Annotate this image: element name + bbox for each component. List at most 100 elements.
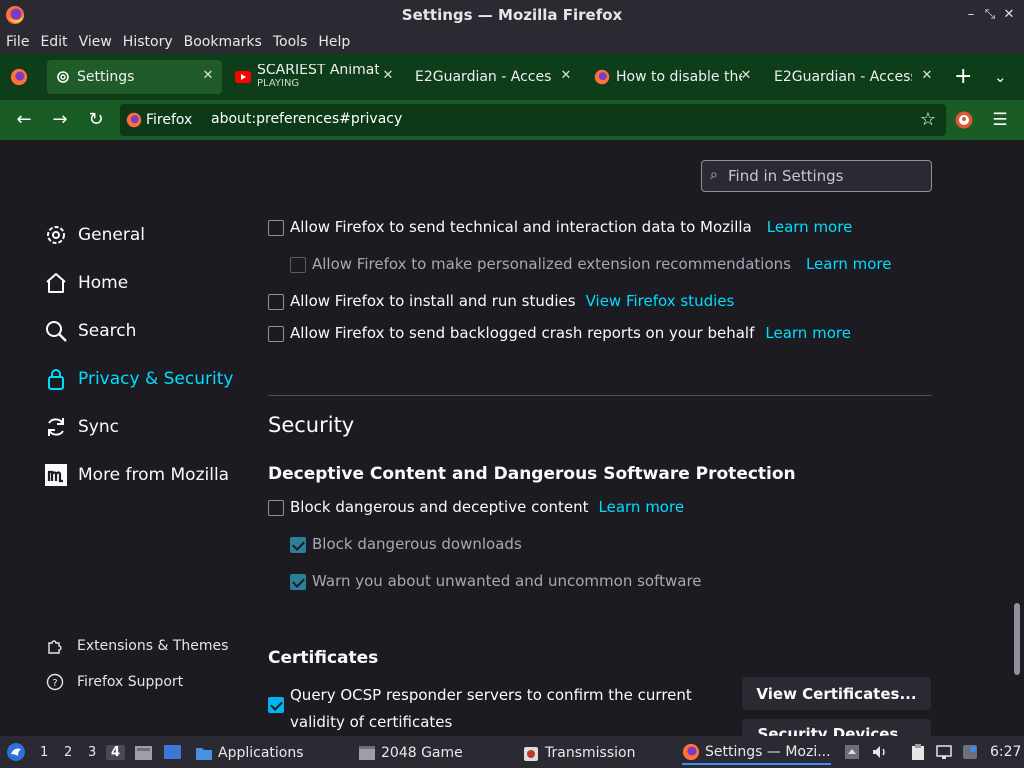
learn-more-link[interactable]: Learn more [806, 255, 892, 273]
extension-recommendations-checkbox[interactable] [290, 257, 306, 273]
task-2048[interactable]: 2048 Game [358, 741, 463, 765]
close-tab-icon[interactable]: ✕ [558, 68, 574, 84]
close-tab-icon[interactable]: ✕ [380, 68, 396, 84]
find-in-settings-input[interactable] [728, 165, 924, 187]
category-label: General [78, 225, 145, 245]
workspace-3[interactable]: 3 [88, 745, 96, 760]
technical-data-checkbox[interactable] [268, 220, 284, 236]
tab-e2guardian-2[interactable]: E2Guardian - Access D ✕ [765, 60, 941, 94]
identity-box[interactable]: Firefox [126, 108, 192, 132]
menu-edit[interactable]: Edit [40, 34, 67, 50]
search-icon [46, 321, 67, 342]
workspace-1[interactable]: 1 [40, 745, 48, 760]
url-text[interactable]: about:preferences#privacy [211, 111, 402, 127]
start-menu-icon[interactable] [6, 742, 26, 762]
warn-unwanted-checkbox[interactable] [290, 574, 306, 590]
category-privacy-security[interactable]: Privacy & Security [44, 363, 233, 395]
url-bar[interactable]: Firefox about:preferences#privacy ☆ [120, 104, 946, 136]
category-general[interactable]: General [44, 219, 145, 251]
minimize-icon[interactable]: – [962, 6, 980, 24]
close-tab-icon[interactable]: ✕ [738, 68, 754, 84]
volume-icon[interactable] [871, 743, 889, 761]
hamburger-menu-icon[interactable]: ☰ [988, 108, 1012, 132]
footer-label: Extensions & Themes [77, 638, 229, 654]
ocsp-checkbox[interactable] [268, 697, 284, 713]
block-deceptive-checkbox[interactable] [268, 500, 284, 516]
workspace-4[interactable]: 4 [106, 745, 126, 760]
option-extension-recommendations: Allow Firefox to make personalized exten… [312, 255, 892, 273]
footer-label: Firefox Support [77, 674, 184, 690]
notification-icon[interactable] [961, 743, 979, 761]
category-more-from-mozilla[interactable]: More from Mozilla [44, 459, 229, 491]
view-studies-link[interactable]: View Firefox studies [586, 292, 735, 310]
crash-reports-checkbox[interactable] [268, 326, 284, 342]
close-window-icon[interactable]: ✕ [1000, 6, 1018, 24]
menu-bookmarks[interactable]: Bookmarks [184, 34, 262, 50]
category-sync[interactable]: Sync [44, 411, 119, 443]
tab-youtube[interactable]: SCARIEST Animati PLAYING ✕ [226, 60, 402, 94]
learn-more-link[interactable]: Learn more [599, 498, 685, 516]
restore-icon[interactable]: ⤡ [981, 6, 999, 24]
option-text: Allow Firefox to install and run studies [290, 292, 576, 310]
category-label: Privacy & Security [78, 369, 234, 389]
close-tab-icon[interactable]: ✕ [200, 68, 216, 84]
upload-indicator-icon[interactable] [843, 743, 861, 761]
new-tab-icon[interactable]: + [954, 66, 972, 88]
bookmark-star-icon[interactable]: ☆ [920, 109, 936, 130]
option-block-deceptive: Block dangerous and deceptive content Lea… [290, 498, 684, 516]
task-firefox-settings[interactable]: Settings — Mozi... [682, 741, 831, 765]
studies-checkbox[interactable] [268, 294, 284, 310]
clock: 6:27 [990, 744, 1022, 760]
learn-more-link[interactable]: Learn more [765, 324, 851, 342]
duckduckgo-extension-icon[interactable] [955, 110, 973, 130]
forward-icon[interactable]: → [48, 108, 72, 132]
task-applications[interactable]: Applications [195, 741, 304, 765]
menu-tools[interactable]: Tools [273, 34, 308, 50]
block-downloads-checkbox[interactable] [290, 537, 306, 553]
learn-more-link[interactable]: Learn more [767, 218, 853, 236]
file-manager-icon[interactable] [134, 743, 153, 762]
menu-view[interactable]: View [79, 34, 112, 50]
option-crash-reports: Allow Firefox to send backlogged crash r… [290, 324, 851, 342]
window-icon [359, 746, 375, 760]
category-search[interactable]: Search [44, 315, 136, 347]
identity-label: Firefox [146, 112, 193, 128]
task-label: Settings — Mozi... [705, 744, 831, 760]
chevron-down-icon[interactable]: ⌄ [994, 68, 1007, 86]
folder-icon [196, 748, 212, 760]
option-text: Allow Firefox to make personalized exten… [312, 255, 791, 273]
firefox-icon [594, 69, 610, 85]
menu-help[interactable]: Help [318, 34, 350, 50]
firefox-icon [126, 112, 142, 128]
view-certificates-button[interactable]: View Certificates... [742, 677, 931, 710]
task-label: Transmission [545, 745, 636, 761]
page-scrollbar[interactable] [1014, 603, 1020, 675]
find-in-settings[interactable]: ⌕ [701, 160, 932, 192]
back-icon[interactable]: ← [12, 108, 36, 132]
reload-icon[interactable]: ↻ [84, 108, 108, 132]
tab-e2guardian-1[interactable]: E2Guardian - Access D ✕ [406, 60, 580, 94]
extensions-themes-link[interactable]: Extensions & Themes [46, 634, 228, 658]
home-icon [46, 273, 66, 293]
firefox-support-link[interactable]: ? Firefox Support [46, 670, 183, 694]
desktop-icon[interactable] [163, 743, 182, 762]
task-transmission[interactable]: Transmission [522, 741, 635, 765]
tab-settings[interactable]: Settings ✕ [47, 60, 222, 94]
close-tab-icon[interactable]: ✕ [919, 68, 935, 84]
menu-history[interactable]: History [123, 34, 173, 50]
security-devices-button[interactable]: Security Devices... [742, 719, 931, 736]
window-title: Settings — Mozilla Firefox [401, 6, 623, 24]
category-home[interactable]: Home [44, 267, 128, 299]
deceptive-content-heading: Deceptive Content and Dangerous Software… [268, 464, 796, 484]
option-text: validity of certificates [290, 713, 453, 731]
transmission-icon [524, 747, 538, 761]
network-icon[interactable] [935, 743, 953, 761]
clipboard-icon[interactable] [909, 743, 927, 761]
navigation-toolbar: ← → ↻ Firefox about:preferences#privacy … [0, 100, 1024, 140]
tab-how-to-disable[interactable]: How to disable the ✕ [584, 60, 760, 94]
workspace-2[interactable]: 2 [64, 745, 72, 760]
menu-file[interactable]: File [6, 34, 29, 50]
category-label: Sync [78, 417, 119, 437]
firefox-view-icon[interactable] [10, 68, 28, 86]
firefox-icon [682, 743, 700, 761]
